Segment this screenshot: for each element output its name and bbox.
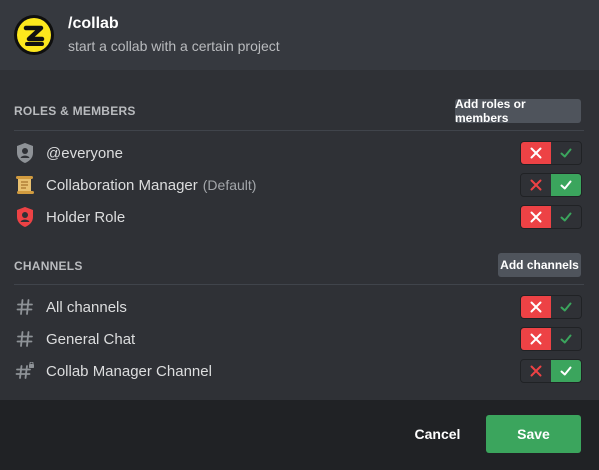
- roles-section-title: ROLES & MEMBERS: [14, 104, 136, 118]
- command-header: /collab start a collab with a certain pr…: [0, 0, 599, 70]
- red-role-shield-icon: [14, 206, 36, 228]
- save-button[interactable]: Save: [486, 415, 581, 453]
- allow-button[interactable]: [551, 142, 581, 164]
- hashtag-icon: [14, 328, 36, 350]
- permission-toggle: [520, 173, 582, 197]
- allow-button[interactable]: [551, 328, 581, 350]
- allow-button[interactable]: [551, 206, 581, 228]
- permission-toggle: [520, 205, 582, 229]
- x-icon: [530, 365, 542, 377]
- check-icon: [560, 302, 572, 312]
- cancel-button[interactable]: Cancel: [405, 415, 470, 453]
- deny-button[interactable]: [521, 296, 551, 318]
- permission-toggle: [520, 295, 582, 319]
- deny-button[interactable]: [521, 328, 551, 350]
- permission-toggle: [520, 327, 582, 351]
- check-icon: [560, 212, 572, 222]
- role-row-holder-role: Holder Role: [14, 203, 584, 231]
- role-default-tag: (Default): [202, 177, 257, 193]
- x-icon: [530, 147, 542, 159]
- modal-footer: Cancel Save: [0, 400, 599, 470]
- hashtag-icon: [14, 296, 36, 318]
- channel-row-collab-manager-channel: Collab Manager Channel: [14, 357, 584, 385]
- allow-button[interactable]: [551, 360, 581, 382]
- role-label: Holder Role: [46, 208, 126, 226]
- command-description: start a collab with a certain project: [68, 38, 280, 54]
- add-channels-button[interactable]: Add channels: [498, 253, 581, 277]
- channels-divider: [14, 284, 584, 285]
- channel-row-all-channels: All channels: [14, 293, 584, 321]
- allow-button[interactable]: [551, 296, 581, 318]
- check-icon: [560, 180, 572, 190]
- roles-divider: [14, 130, 584, 131]
- channel-label: Collab Manager Channel: [46, 362, 212, 380]
- deny-button[interactable]: [521, 360, 551, 382]
- role-shield-icon: [14, 142, 36, 164]
- role-row-everyone: @everyone: [14, 139, 584, 167]
- channels-section-title: CHANNELS: [14, 259, 83, 273]
- permission-toggle: [520, 141, 582, 165]
- role-label: Collaboration Manager: [46, 176, 198, 194]
- check-icon: [560, 148, 572, 158]
- channel-row-general-chat: General Chat: [14, 325, 584, 353]
- permission-toggle: [520, 359, 582, 383]
- x-icon: [530, 179, 542, 191]
- channel-label: All channels: [46, 298, 127, 316]
- x-icon: [530, 333, 542, 345]
- role-row-collaboration-manager: Collaboration Manager (Default): [14, 171, 584, 199]
- x-icon: [530, 301, 542, 313]
- allow-button[interactable]: [551, 174, 581, 196]
- bot-logo-icon: [14, 15, 54, 55]
- deny-button[interactable]: [521, 206, 551, 228]
- deny-button[interactable]: [521, 142, 551, 164]
- add-roles-button[interactable]: Add roles or members: [455, 97, 581, 125]
- role-label: @everyone: [46, 144, 123, 162]
- check-icon: [560, 366, 572, 376]
- channel-label: General Chat: [46, 330, 136, 348]
- locked-hashtag-icon: [14, 360, 36, 382]
- permissions-panel: ROLES & MEMBERS Add roles or members @ev…: [0, 70, 599, 400]
- deny-button[interactable]: [521, 174, 551, 196]
- command-title: /collab: [68, 15, 119, 32]
- check-icon: [560, 334, 572, 344]
- scroll-icon: [14, 174, 36, 196]
- x-icon: [530, 211, 542, 223]
